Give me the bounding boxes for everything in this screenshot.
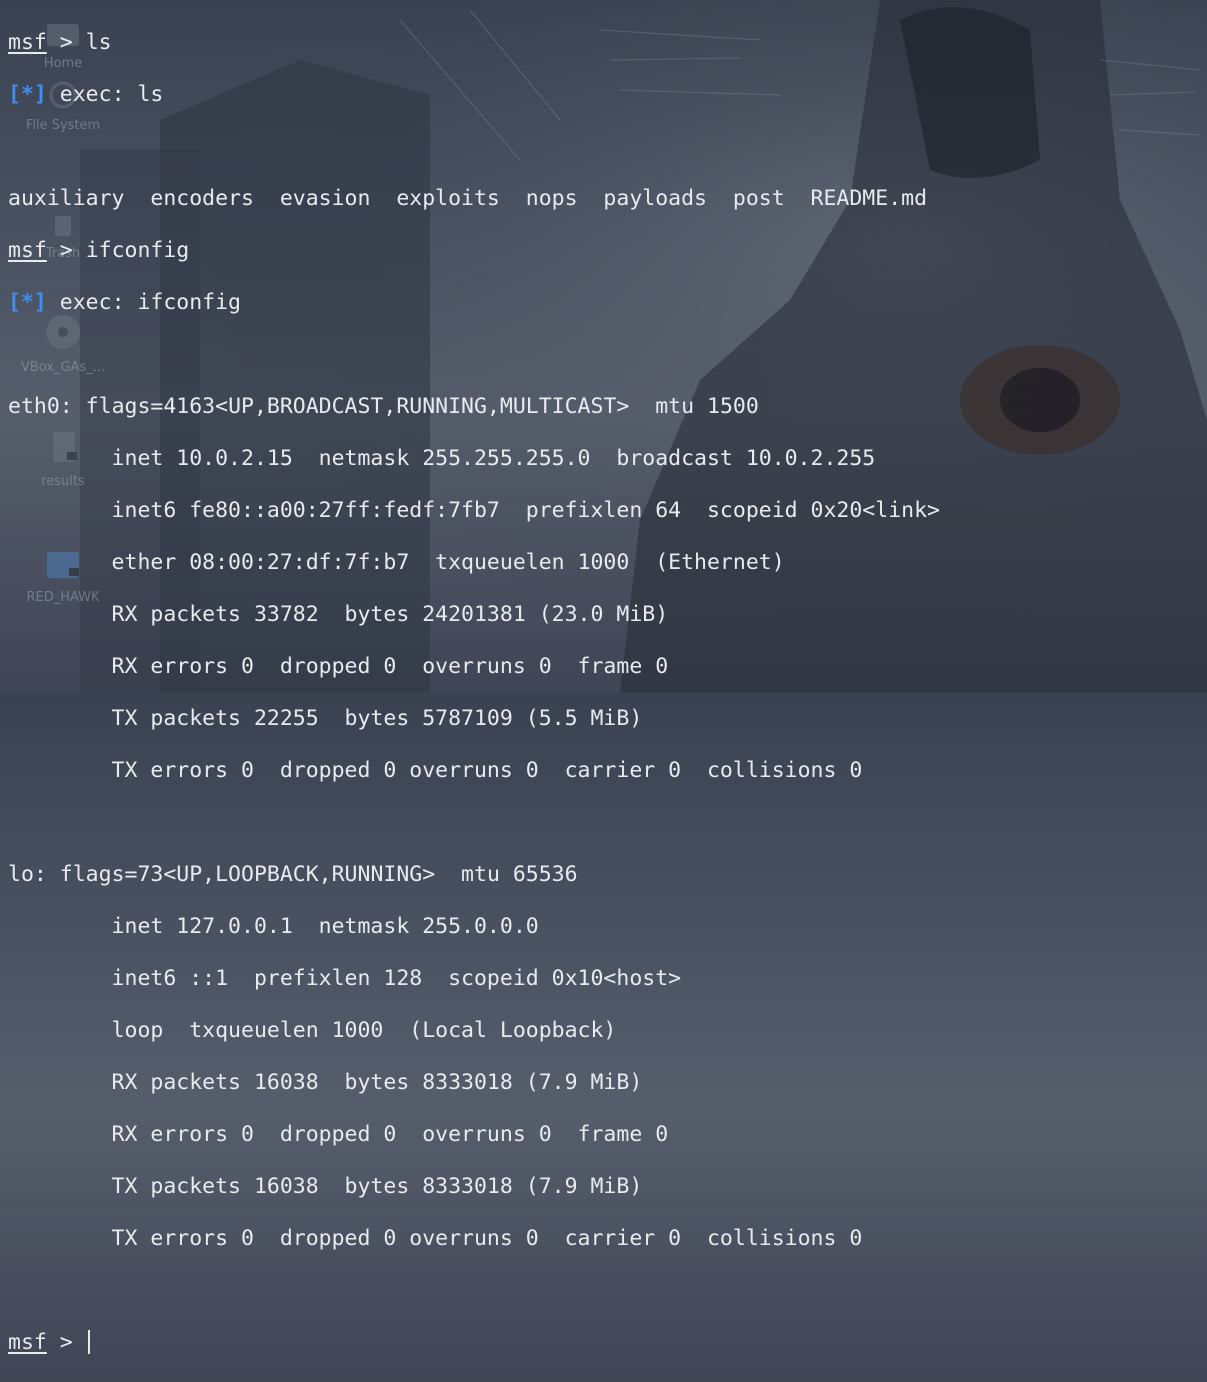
prompt-name: msf (8, 30, 47, 55)
exec-text: exec: ls (46, 82, 164, 107)
terminal-output[interactable]: msf > ls [*] exec: ls auxiliary encoders… (8, 4, 1198, 1355)
exec-line: [*] exec: ls (8, 82, 1198, 108)
output-line: RX errors 0 dropped 0 overruns 0 frame 0 (8, 654, 669, 679)
output-line: RX packets 33782 bytes 24201381 (23.0 Mi… (8, 602, 669, 627)
output-line: TX packets 22255 bytes 5787109 (5.5 MiB) (8, 706, 643, 731)
prompt-separator: > (46, 30, 86, 55)
output-line: lo: flags=73<UP,LOOPBACK,RUNNING> mtu 65… (8, 862, 1198, 888)
prompt-separator: > (46, 1330, 86, 1355)
output-line: TX errors 0 dropped 0 overruns 0 carrier… (8, 1226, 863, 1251)
exec-line: [*] exec: ifconfig (8, 290, 1198, 316)
command-text: ls (85, 30, 112, 55)
exec-text: exec: ifconfig (46, 290, 242, 315)
prompt-line: msf > ifconfig (8, 238, 1198, 264)
output-line: loop txqueuelen 1000 (Local Loopback) (8, 1018, 617, 1043)
output-line: TX errors 0 dropped 0 overruns 0 carrier… (8, 758, 863, 783)
output-line: inet 10.0.2.15 netmask 255.255.255.0 bro… (8, 446, 876, 471)
text-cursor (87, 1330, 90, 1354)
output-line: ether 08:00:27:df:7f:b7 txqueuelen 1000 … (8, 550, 785, 575)
output-line: RX packets 16038 bytes 8333018 (7.9 MiB) (8, 1070, 643, 1095)
output-line: RX errors 0 dropped 0 overruns 0 frame 0 (8, 1122, 669, 1147)
output-line: auxiliary encoders evasion exploits nops… (8, 186, 928, 211)
prompt-name: msf (8, 1330, 47, 1355)
prompt-separator: > (46, 238, 86, 263)
interface-flags: flags=4163<UP,BROADCAST,RUNNING,MULTICAS… (72, 394, 759, 419)
output-line: TX packets 16038 bytes 8333018 (7.9 MiB) (8, 1174, 643, 1199)
output-line: inet 127.0.0.1 netmask 255.0.0.0 (8, 914, 539, 939)
exec-marker: [*] (8, 82, 47, 107)
prompt-line[interactable]: msf > (8, 1330, 1198, 1356)
output-line: inet6 ::1 prefixlen 128 scopeid 0x10<hos… (8, 966, 682, 991)
output-line: eth0: flags=4163<UP,BROADCAST,RUNNING,MU… (8, 394, 1198, 420)
interface-name: lo: (8, 862, 47, 887)
interface-name: eth0: (8, 394, 73, 419)
prompt-line: msf > ls (8, 30, 1198, 56)
exec-marker: [*] (8, 290, 47, 315)
command-text: ifconfig (85, 238, 190, 263)
interface-flags: flags=73<UP,LOOPBACK,RUNNING> mtu 65536 (46, 862, 578, 887)
prompt-name: msf (8, 238, 47, 263)
output-line: inet6 fe80::a00:27ff:fedf:7fb7 prefixlen… (8, 498, 940, 523)
